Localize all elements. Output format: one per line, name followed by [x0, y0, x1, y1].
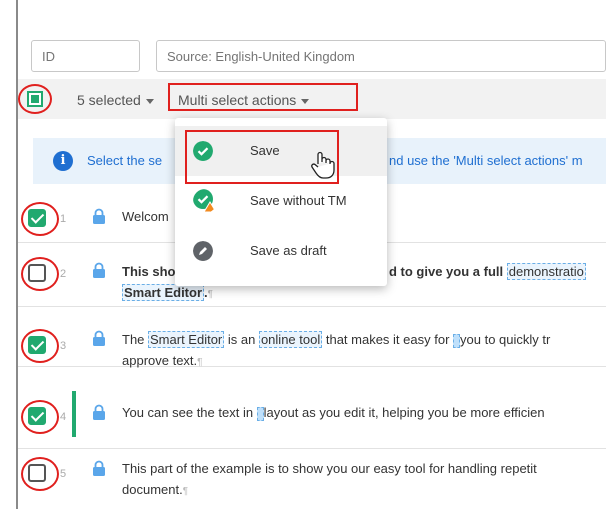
segment-text-part: that makes it easy for — [322, 332, 454, 347]
check-warning-icon — [193, 189, 217, 213]
segment-text[interactable]: Welcom — [122, 207, 169, 227]
menu-item-save-as-draft[interactable]: Save as draft — [175, 226, 387, 276]
segment-text-bold: This sho — [122, 264, 176, 279]
term-highlight[interactable]: demonstratio — [506, 263, 586, 280]
selected-count-dropdown[interactable]: 5 selected — [77, 92, 154, 108]
selected-count-label: 5 selected — [77, 92, 141, 108]
annotation-circle — [21, 400, 59, 434]
term-highlight[interactable]: Smart Editor — [148, 331, 225, 348]
info-icon: i — [53, 151, 73, 171]
annotation-circle — [21, 457, 59, 491]
segment-text[interactable]: You can see the text in layout as you ed… — [122, 403, 545, 423]
tag-marker[interactable] — [453, 333, 461, 348]
hand-cursor-icon — [311, 151, 335, 179]
segment-status-bar — [72, 391, 76, 437]
pencil-circle-icon — [193, 241, 213, 261]
annotation-circle — [18, 84, 52, 114]
row-divider — [18, 366, 606, 367]
lock-icon — [93, 208, 105, 224]
row-divider — [18, 306, 606, 307]
segment-text-line2[interactable]: Smart Editor .¶ — [122, 283, 213, 305]
paragraph-mark: ¶ — [207, 289, 214, 300]
menu-item-label: Save as draft — [250, 243, 327, 258]
panel-divider — [16, 0, 18, 509]
segment-text[interactable]: d to give you a full demonstratio — [389, 262, 586, 282]
paragraph-mark: ¶ — [197, 357, 203, 368]
term-highlight[interactable]: Smart Editor — [122, 284, 205, 301]
annotation-circle — [21, 202, 59, 236]
segment-text-part: You can see the text in — [122, 405, 257, 420]
lock-icon — [93, 262, 105, 278]
info-text-left: Select the se — [87, 153, 163, 168]
segment-text[interactable]: The Smart Editor is an online tool that … — [122, 330, 550, 350]
segment-text-bold: d to give you a full — [389, 264, 507, 279]
segment-text-line2[interactable]: approve text.¶ — [122, 351, 203, 373]
segment-text-line2[interactable]: document.¶ — [122, 480, 188, 502]
chevron-down-icon — [145, 98, 154, 104]
segment-number: 2 — [60, 268, 67, 280]
segment-text-part: is an — [224, 332, 259, 347]
tag-marker[interactable] — [256, 406, 264, 421]
segment-number: 3 — [60, 340, 67, 352]
info-text-right: nd use the 'Multi select actions' m — [389, 153, 583, 168]
segment-number: 5 — [60, 468, 67, 480]
segment-number: 1 — [60, 213, 67, 225]
source-filter-input[interactable] — [156, 40, 606, 72]
id-filter-input[interactable] — [31, 40, 140, 72]
paragraph-mark: ¶ — [182, 486, 189, 497]
segment-text-part: approve text. — [122, 353, 198, 368]
annotation-box — [168, 83, 358, 111]
segment-number: 4 — [60, 411, 67, 423]
segment-text-part: you to quickly tr — [460, 332, 551, 347]
segment-text-start[interactable]: This sho — [122, 262, 175, 282]
menu-item-label: Save without TM — [250, 193, 347, 208]
annotation-circle — [21, 257, 59, 291]
segment-text[interactable]: This part of the example is to show you … — [122, 459, 537, 479]
annotation-circle — [21, 329, 59, 363]
row-divider — [18, 448, 606, 449]
segment-text-part: layout as you edit it, helping you be mo… — [263, 405, 545, 420]
lock-icon — [93, 460, 105, 476]
term-highlight[interactable]: online tool — [258, 331, 323, 348]
lock-icon — [93, 404, 105, 420]
segment-text-part: document. — [122, 482, 183, 497]
segment-text-part: The — [122, 332, 149, 347]
lock-icon — [93, 330, 105, 346]
